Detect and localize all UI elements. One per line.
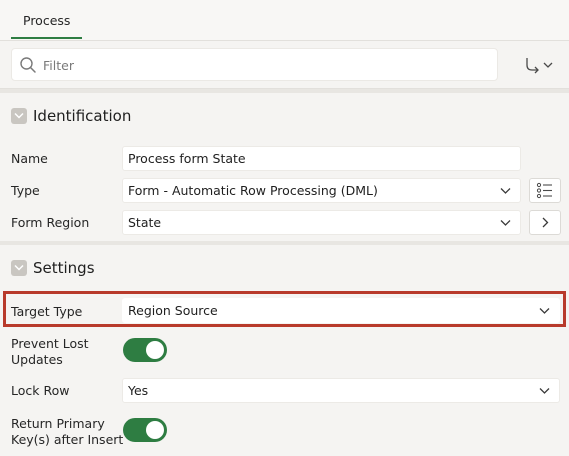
settings-section: Settings Target Type Region Source Preve…: [0, 248, 569, 456]
label-line: Updates: [11, 352, 63, 367]
tab-process-label: Process: [23, 13, 71, 28]
active-tab-indicator: [11, 37, 83, 39]
label-line: Prevent Lost: [11, 336, 89, 351]
chevron-down-icon: [14, 264, 24, 271]
collapse-toggle[interactable]: [11, 108, 27, 124]
chevron-down-icon: [539, 388, 550, 394]
search-icon: [20, 57, 36, 73]
identification-section: Identification Name Process form State T…: [0, 96, 569, 241]
label-line: Return Primary: [11, 416, 105, 431]
settings-header[interactable]: Settings: [0, 248, 569, 288]
section-divider: [0, 241, 569, 245]
type-value: Form - Automatic Row Processing (DML): [128, 183, 378, 198]
prevent-lost-updates-label: Prevent Lost Updates: [11, 336, 89, 368]
chevron-down-icon: [14, 112, 24, 119]
goto-region-button[interactable]: [529, 210, 561, 235]
toggle-knob: [146, 341, 164, 359]
list-icon: [536, 182, 552, 199]
chevron-down-icon: [500, 220, 511, 226]
filter-box[interactable]: [11, 48, 498, 81]
form-region-select[interactable]: State: [122, 210, 521, 235]
toggle-knob: [146, 421, 164, 439]
form-region-label: Form Region: [11, 215, 90, 230]
section-divider: [0, 89, 569, 93]
type-label: Type: [11, 183, 40, 198]
chevron-down-icon: [500, 188, 511, 194]
chevron-right-icon: [542, 217, 549, 228]
filter-row: [0, 41, 569, 89]
type-select[interactable]: Form - Automatic Row Processing (DML): [122, 178, 521, 203]
label-line: Key(s) after Insert: [11, 432, 124, 447]
tab-process[interactable]: Process: [11, 0, 83, 41]
lock-row-label: Lock Row: [11, 383, 70, 398]
return-pk-toggle[interactable]: [123, 418, 167, 442]
collapse-toggle[interactable]: [11, 260, 27, 276]
prevent-lost-updates-toggle[interactable]: [123, 338, 167, 362]
return-pk-label: Return Primary Key(s) after Insert: [11, 416, 123, 448]
lock-row-value: Yes: [128, 383, 149, 398]
name-value: Process form State: [128, 151, 246, 166]
list-button[interactable]: [529, 178, 561, 203]
form-region-value: State: [128, 215, 162, 230]
section-title: Settings: [33, 259, 95, 277]
name-label: Name: [11, 151, 48, 166]
filter-input[interactable]: [43, 50, 483, 80]
name-field[interactable]: Process form State: [122, 146, 521, 171]
lock-row-select[interactable]: Yes: [122, 378, 560, 403]
target-type-highlight: [3, 291, 566, 327]
section-title: Identification: [33, 107, 132, 125]
goto-group-button[interactable]: [523, 55, 557, 75]
identification-header[interactable]: Identification: [0, 96, 569, 136]
tab-bar: Process: [0, 0, 569, 41]
goto-group-icon: [526, 58, 553, 74]
